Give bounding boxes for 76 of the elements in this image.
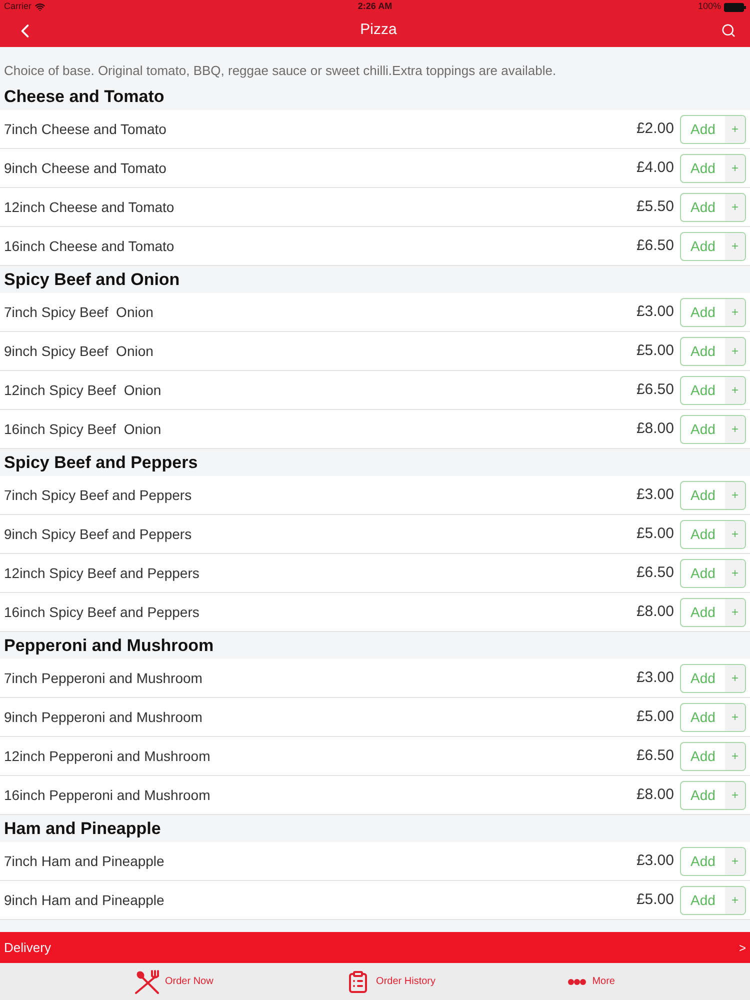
add-button[interactable]: Add + — [680, 298, 746, 326]
item-name: 16inch Spicy Beef Onion — [4, 420, 162, 439]
add-button[interactable]: Add + — [680, 664, 746, 692]
item-price: £2.00 — [636, 118, 674, 139]
add-button[interactable]: Add + — [680, 742, 746, 770]
battery-percent: 100% — [698, 0, 721, 14]
battery-icon — [724, 2, 746, 12]
item-name: 9inch Cheese and Tomato — [4, 158, 166, 178]
add-button[interactable]: Add + — [680, 480, 746, 510]
item-price: £3.00 — [636, 484, 674, 505]
item-price: £8.00 — [636, 602, 674, 622]
section-title: Pepperoni and Mushroom — [4, 634, 214, 657]
section-title: Cheese and Tomato — [4, 86, 164, 108]
item-name: 9inch Spicy Beef and Peppers — [4, 524, 192, 544]
item-name: 12inch Pepperoni and Mushroom — [4, 746, 210, 766]
search-icon — [721, 23, 736, 38]
item-price: £8.00 — [636, 784, 674, 805]
item-price: £5.00 — [636, 524, 674, 544]
carrier-label: Carrier — [4, 0, 32, 14]
item-price: £6.50 — [636, 746, 674, 766]
item-price: £6.50 — [636, 380, 674, 400]
add-button[interactable]: Add + — [680, 886, 746, 914]
item-name: 7inch Pepperoni and Mushroom — [4, 668, 202, 688]
add-button[interactable]: Add + — [680, 154, 746, 182]
item-name: 7inch Cheese and Tomato — [4, 120, 166, 138]
item-price: £6.50 — [636, 562, 674, 583]
add-button[interactable]: Add + — [680, 780, 746, 810]
item-name: 16inch Pepperoni and Mushroom — [4, 786, 210, 805]
add-button[interactable]: Add + — [680, 414, 746, 444]
arrow-glyph: > — [738, 940, 746, 956]
add-button[interactable]: Add + — [680, 336, 746, 366]
clock-time: 2:26 AM — [358, 0, 392, 14]
item-name: 12inch Spicy Beef and Peppers — [4, 564, 200, 583]
add-button[interactable]: Add + — [680, 558, 746, 588]
tab-button[interactable]: More — [568, 974, 615, 989]
item-price: £5.00 — [636, 340, 674, 361]
item-name: 9inch Spicy Beef Onion — [4, 342, 154, 361]
item-name: 7inch Ham and Pineapple — [4, 852, 164, 871]
add-button[interactable]: Add + — [680, 520, 746, 548]
page-title: Pizza — [360, 20, 397, 40]
item-price: £3.00 — [636, 668, 674, 688]
tab-button[interactable]: Order Now — [135, 970, 214, 994]
item-name: 9inch Ham and Pineapple — [4, 890, 164, 910]
item-price: £3.00 — [636, 302, 674, 322]
add-button[interactable]: Add + — [680, 114, 746, 144]
item-name: 12inch Spicy Beef Onion — [4, 380, 162, 400]
item-name: 16inch Cheese and Tomato — [4, 236, 174, 256]
search-button[interactable] — [721, 23, 736, 38]
item-name: 12inch Cheese and Tomato — [4, 198, 174, 216]
add-button[interactable]: Add + — [680, 846, 746, 876]
add-button[interactable]: Add + — [680, 702, 746, 732]
item-price: £5.00 — [636, 706, 674, 727]
item-name: 16inch Spicy Beef and Peppers — [4, 602, 200, 622]
add-button[interactable]: Add + — [680, 376, 746, 404]
item-price: £5.00 — [636, 890, 674, 910]
section-title: Spicy Beef and Peppers — [4, 452, 198, 474]
add-button[interactable]: Add + — [680, 232, 746, 260]
wifi-icon — [34, 2, 45, 12]
menu-description: Choice of base. Original tomato, BBQ, reggae sauce or sweet chilli.Extra toppings are available. — [4, 62, 556, 80]
item-price: £5.50 — [636, 196, 674, 217]
delivery-label: Delivery — [4, 938, 51, 957]
item-price: £6.50 — [636, 236, 674, 256]
item-price: £8.00 — [636, 418, 674, 439]
fork-and-spoon-icon — [135, 970, 159, 994]
section-title: Spicy Beef and Onion — [4, 268, 180, 291]
add-button[interactable]: Add + — [680, 598, 746, 626]
item-name: 7inch Spicy Beef and Peppers — [4, 486, 192, 505]
delivery-bar[interactable]: Delivery > — [0, 932, 750, 963]
more-dots-icon — [568, 978, 586, 984]
item-name: 7inch Spicy Beef Onion — [4, 302, 154, 322]
section-title: Ham and Pineapple — [4, 818, 161, 840]
item-price: £3.00 — [636, 850, 674, 871]
tab-button[interactable]: Order History — [346, 970, 436, 994]
item-name: 9inch Pepperoni and Mushroom — [4, 708, 202, 727]
add-button[interactable]: Add + — [680, 192, 746, 222]
item-price: £4.00 — [636, 158, 674, 178]
